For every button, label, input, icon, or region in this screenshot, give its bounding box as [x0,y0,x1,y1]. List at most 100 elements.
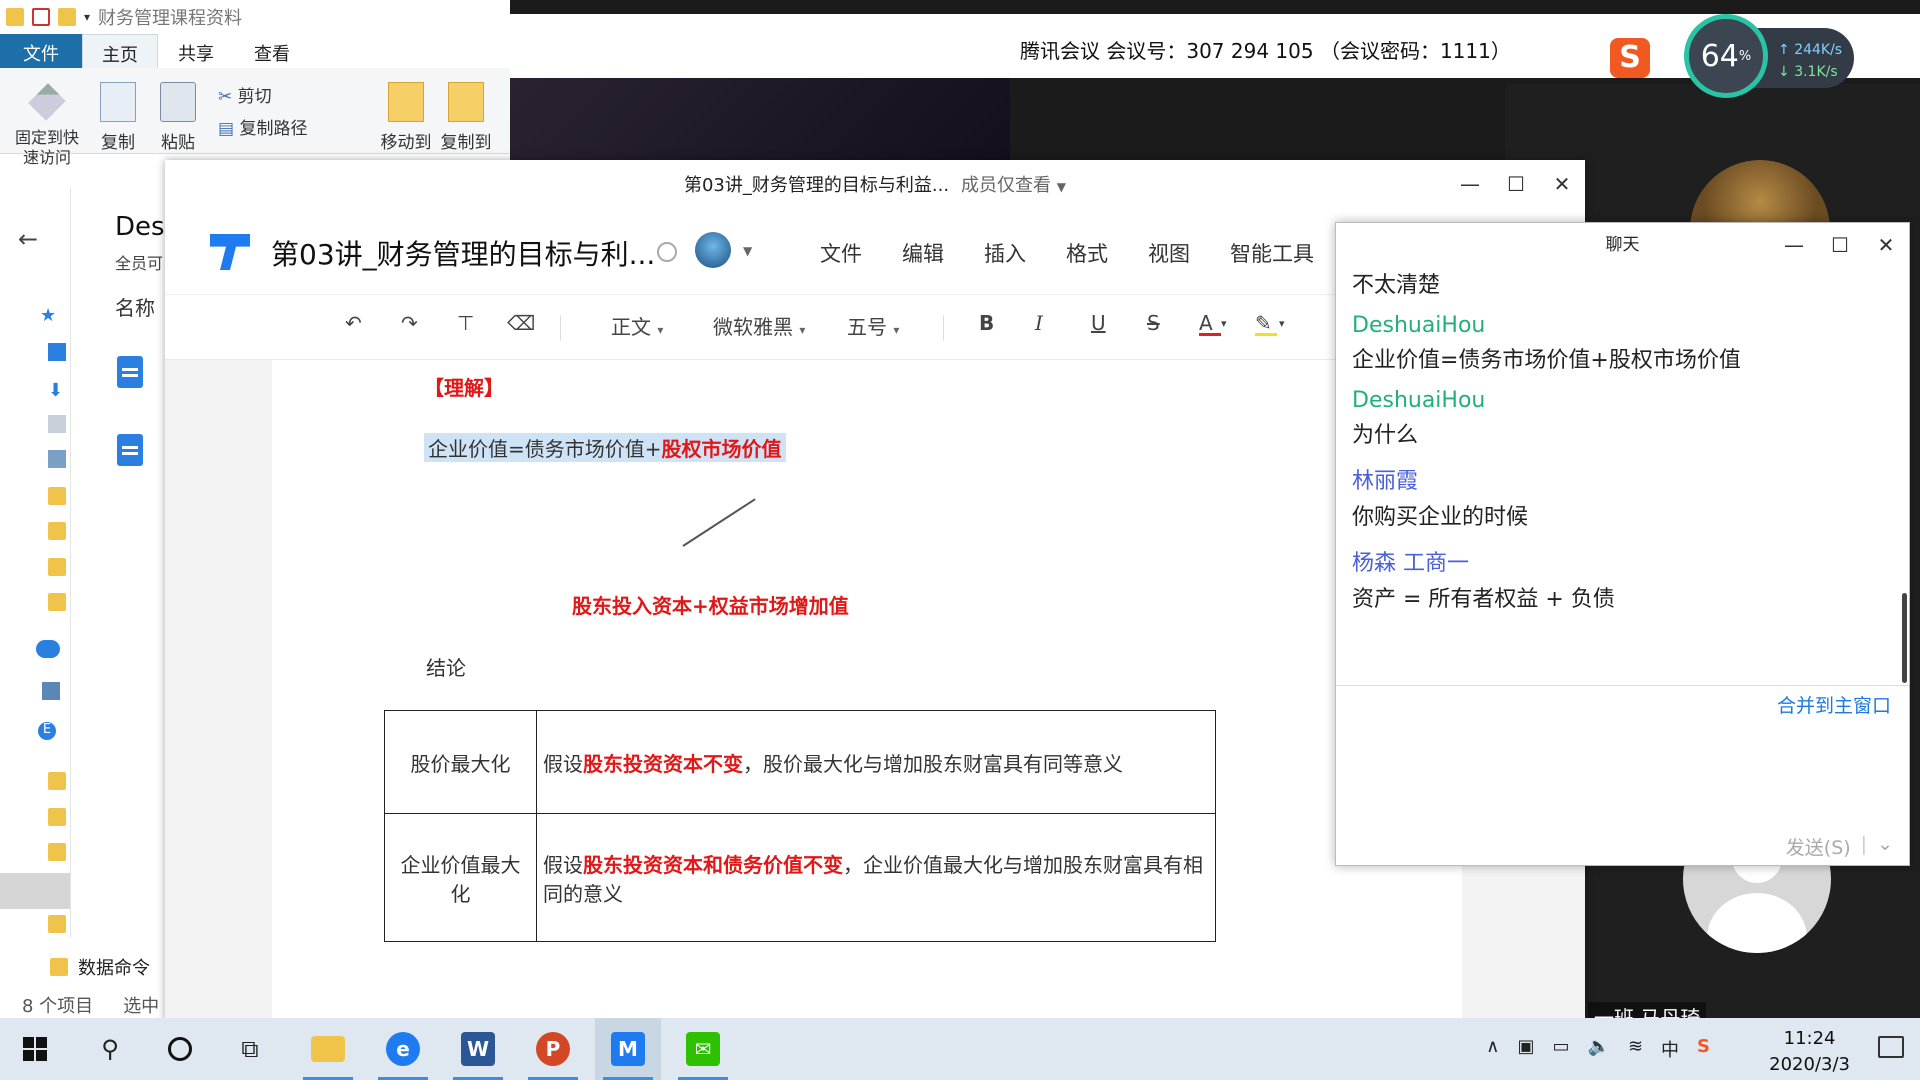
properties-icon[interactable] [32,8,50,26]
minimize-icon[interactable]: — [1771,223,1817,271]
file-explorer-taskbar-icon[interactable] [295,1018,361,1080]
pin-quick-access-button[interactable]: 固定到快速访问 [10,82,84,168]
ime-indicator[interactable]: 中 [1661,1036,1679,1062]
font-size-dropdown[interactable]: 五号 ▾ [847,311,899,340]
tab-home[interactable]: 主页 [82,34,158,68]
merge-to-main-window-link[interactable]: 合并到主窗口 [1777,691,1891,718]
menu-smart-tools[interactable]: 智能工具 [1230,238,1314,268]
column-header-name[interactable]: 名称 [71,274,170,321]
menu-edit[interactable]: 编辑 [902,238,944,268]
documents-icon[interactable] [48,415,66,433]
tencent-docs-logo-icon[interactable] [210,234,250,270]
font-family-dropdown[interactable]: 微软雅黑 ▾ [713,311,805,340]
paste-button[interactable]: 粘贴 [156,82,200,153]
maximize-icon[interactable]: ☐ [1817,223,1863,271]
send-options-chevron-icon[interactable]: ⌄ [1877,833,1893,860]
cut-button[interactable]: ✂ 剪切 [218,82,272,107]
wechat-taskbar-icon[interactable]: ✉ [670,1018,736,1080]
format-painter-icon[interactable]: ⊤ [457,311,474,335]
maximize-icon[interactable]: ☐ [1493,160,1539,208]
chat-scrollbar[interactable] [1902,593,1907,683]
drive-e-icon[interactable]: E [38,722,56,740]
font-color-button[interactable]: A [1199,311,1221,336]
redo-icon[interactable]: ↷ [401,311,418,335]
new-folder-icon[interactable] [58,8,76,26]
clock[interactable]: 11:24 2020/3/3 [1769,1026,1850,1078]
minimize-icon[interactable]: — [1447,160,1493,208]
chat-titlebar: 聊天 — ☐ ✕ [1336,223,1909,267]
menu-format[interactable]: 格式 [1066,238,1108,268]
edge-taskbar-icon[interactable]: e [370,1018,436,1080]
bold-button[interactable]: B [979,311,994,335]
selected-nav-item[interactable] [0,873,72,909]
highlight-dropdown-icon[interactable]: ▾ [1279,317,1285,330]
nav-item-data-commands[interactable]: 数据命令 [50,954,150,980]
search-icon[interactable]: ⚲ [80,1018,140,1080]
copy-path-button[interactable]: ▤ 复制路径 [218,114,307,139]
powerpoint-taskbar-icon[interactable]: P [520,1018,586,1080]
battery-icon[interactable]: ▭ [1553,1036,1570,1062]
network-speed-widget[interactable]: ↑ 244K/s ↓ 3.1K/s 64% [1684,14,1854,98]
avatar[interactable] [695,232,731,268]
desktop-icon[interactable] [48,343,66,361]
doc-file-icon[interactable] [117,356,143,388]
close-icon[interactable]: ✕ [1539,160,1585,208]
italic-button[interactable]: I [1035,311,1043,335]
folder-icon[interactable] [48,593,66,611]
notification-icon[interactable] [1878,1036,1904,1058]
folder-icon[interactable] [48,487,66,505]
tab-file[interactable]: 文件 [0,34,82,68]
tab-share[interactable]: 共享 [158,34,234,68]
sogou-ime-icon[interactable]: S [1610,38,1650,78]
volume-icon[interactable]: 🔈 [1588,1036,1610,1062]
copy-button[interactable]: 复制 [96,82,140,153]
chat-input[interactable] [1336,723,1909,823]
close-icon[interactable]: ✕ [1863,223,1909,271]
folder-icon[interactable] [48,558,66,576]
folder-icon[interactable] [48,772,66,790]
equation-selected-text[interactable]: 企业价值=债务市场价值+股权市场价值 [424,433,786,462]
star-icon[interactable]: ★ [40,305,58,326]
usb-icon[interactable]: ▣ [1517,1036,1534,1062]
qa-dropdown-icon[interactable]: ▾ [84,10,90,24]
download-icon[interactable]: ⬇ [48,380,66,401]
menu-view[interactable]: 视图 [1148,238,1190,268]
menu-insert[interactable]: 插入 [984,238,1026,268]
table-cell-label[interactable]: 企业价值最大化 [384,813,537,942]
font-color-dropdown-icon[interactable]: ▾ [1221,317,1227,330]
table-cell-text[interactable]: 假设股东投资资本不变，股价最大化与增加股东财富具有同等意义 [536,710,1216,814]
avatar-dropdown-icon[interactable]: ▼ [743,244,752,258]
start-button[interactable] [0,1018,70,1080]
permission-dropdown[interactable]: 成员仅查看 ▼ [961,171,1066,197]
chevron-up-icon[interactable]: ∧ [1486,1036,1499,1062]
underline-button[interactable]: U [1091,311,1106,335]
pictures-icon[interactable] [48,450,66,468]
move-to-button[interactable]: 移动到 [378,82,434,153]
onedrive-icon[interactable] [36,640,60,658]
send-button[interactable]: 发送(S) | ⌄ [1786,833,1893,860]
cortana-icon[interactable] [150,1018,210,1080]
this-pc-icon[interactable] [42,682,60,700]
paragraph-style-dropdown[interactable]: 正文 ▾ [611,311,663,340]
task-view-icon[interactable]: ⧉ [220,1018,280,1080]
undo-icon[interactable]: ↶ [345,311,362,335]
folder-icon[interactable] [48,843,66,861]
doc-name[interactable]: 第03讲_财务管理的目标与利... [271,233,655,273]
doc-file-icon[interactable] [117,434,143,466]
tab-view[interactable]: 查看 [234,34,310,68]
tencent-meeting-taskbar-icon[interactable]: M [595,1018,661,1080]
folder-icon[interactable] [48,808,66,826]
table-cell-label[interactable]: 股价最大化 [384,710,537,814]
menu-file[interactable]: 文件 [820,238,862,268]
word-taskbar-icon[interactable]: W [445,1018,511,1080]
highlight-button[interactable]: ✎ [1255,311,1277,336]
wifi-icon[interactable]: ≋ [1628,1036,1643,1062]
table-cell-text[interactable]: 假设股东投资资本和债务价值不变，企业价值最大化与增加股东财富具有相同的意义 [536,813,1216,942]
clear-format-icon[interactable]: ⌫ [507,311,535,335]
folder-icon[interactable] [48,915,66,933]
strikethrough-button[interactable]: S [1147,311,1160,335]
back-arrow-icon[interactable]: ← [0,225,70,253]
folder-icon[interactable] [48,522,66,540]
copy-to-button[interactable]: 复制到 [438,82,494,153]
sogou-tray-icon[interactable]: S [1697,1036,1710,1062]
